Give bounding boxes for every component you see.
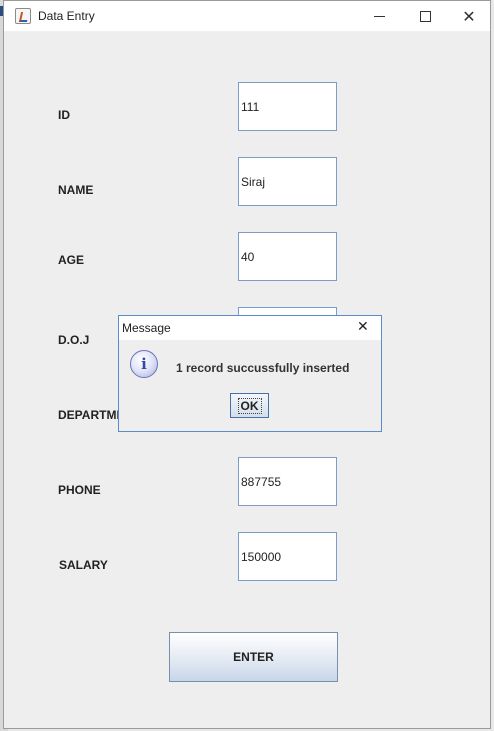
close-button[interactable]: ✕ (446, 1, 492, 31)
minimize-icon (373, 15, 385, 17)
department-label: DEPARTME (58, 408, 125, 422)
name-field[interactable]: Siraj (238, 157, 337, 206)
info-icon-glyph: i (141, 355, 147, 373)
salary-field[interactable]: 150000 (238, 532, 337, 581)
title-bar[interactable]: Data Entry ✕ (4, 1, 490, 32)
window-title: Data Entry (38, 9, 95, 23)
phone-field[interactable]: 887755 (238, 457, 337, 506)
info-icon: i (130, 350, 158, 378)
name-label: NAME (58, 183, 94, 197)
age-field[interactable]: 40 (238, 232, 337, 281)
salary-label: SALARY (59, 558, 108, 572)
minimize-button[interactable] (356, 1, 402, 31)
enter-button[interactable]: ENTER (169, 632, 338, 682)
id-field[interactable]: 111 (238, 82, 337, 131)
message-dialog: Message ✕ i 1 record succussfully insert… (118, 315, 382, 432)
maximize-icon (419, 10, 431, 22)
id-label: ID (58, 108, 70, 122)
dialog-title: Message (122, 321, 171, 335)
dialog-title-bar[interactable]: Message ✕ (119, 316, 381, 340)
age-label: AGE (58, 253, 85, 267)
ok-button[interactable]: OK (230, 393, 269, 418)
maximize-button[interactable] (402, 1, 448, 31)
dialog-message: 1 record succussfully inserted (176, 361, 350, 375)
dialog-close-icon[interactable]: ✕ (357, 319, 369, 335)
java-app-icon (15, 8, 31, 24)
phone-label: PHONE (58, 483, 101, 497)
doj-label: D.O.J (58, 333, 90, 347)
close-icon: ✕ (462, 6, 476, 26)
ok-button-label: OK (237, 397, 262, 414)
